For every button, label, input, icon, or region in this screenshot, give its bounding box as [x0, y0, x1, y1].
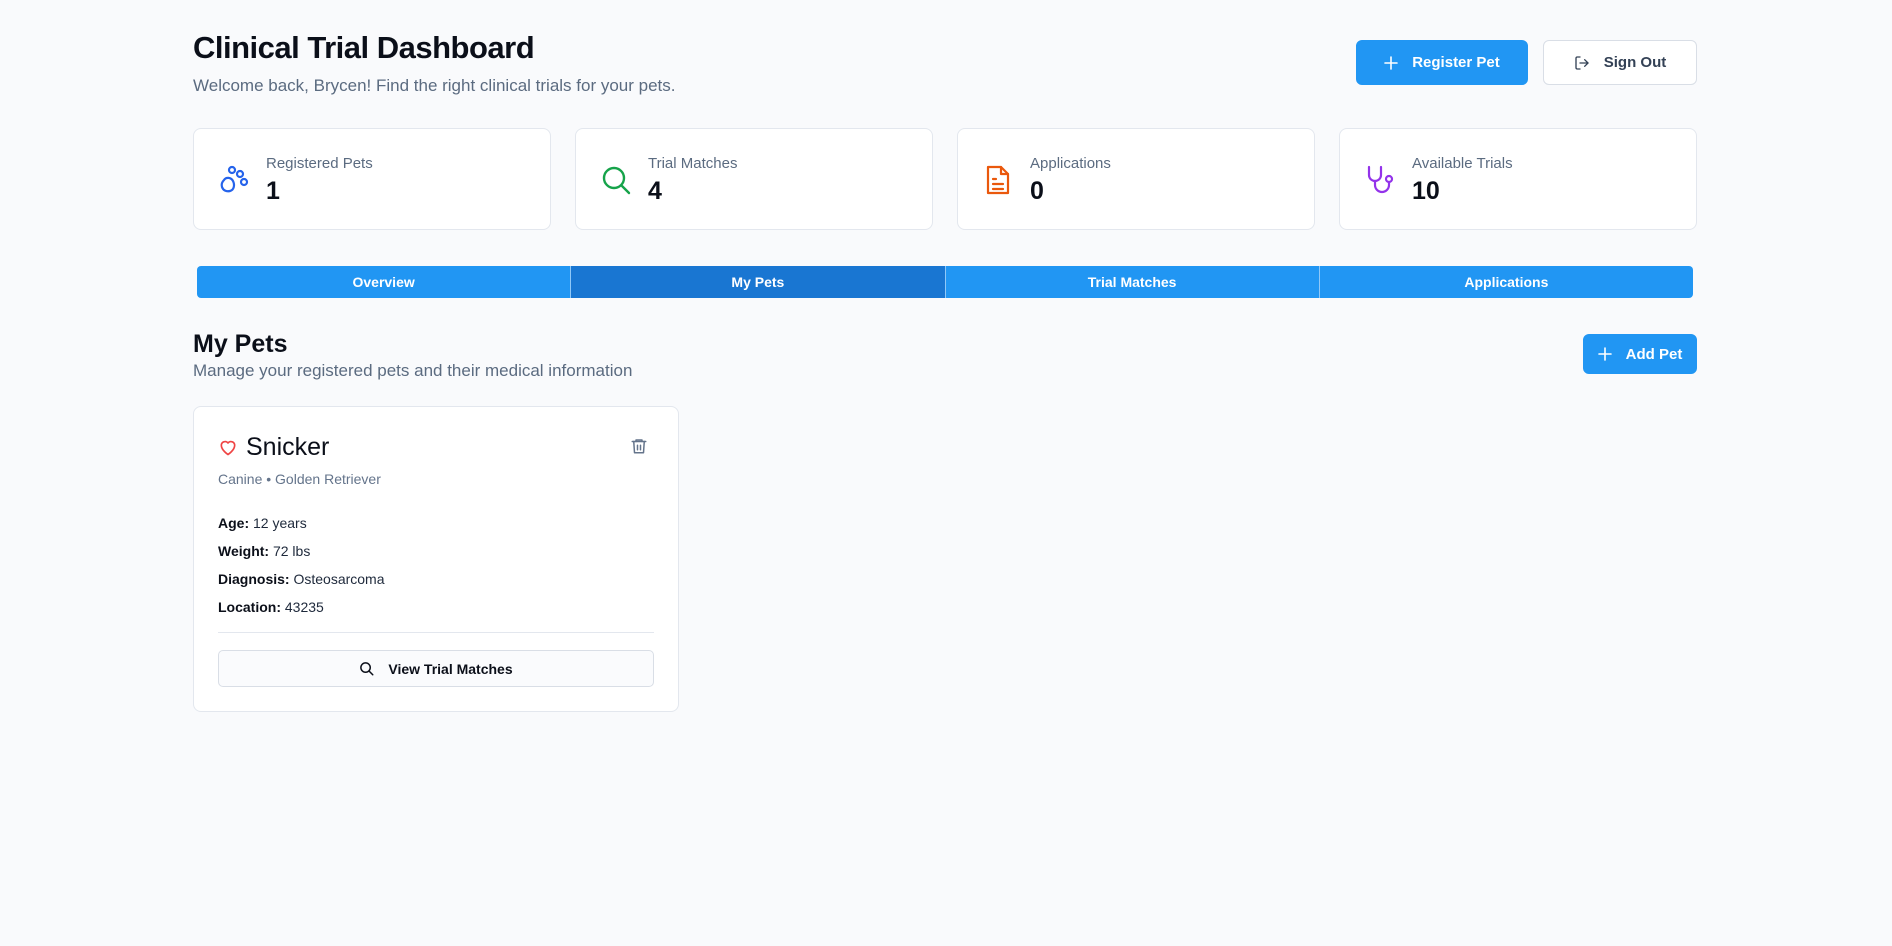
document-icon: [986, 165, 1010, 195]
search-icon: [360, 662, 374, 676]
stat-label: Available Trials: [1412, 155, 1513, 172]
stat-value: 4: [648, 177, 662, 205]
stat-value: 1: [266, 177, 280, 205]
pet-species-breed: Canine • Golden Retriever: [218, 471, 381, 487]
stat-card-applications: Applications 0: [957, 128, 1315, 230]
add-pet-button[interactable]: Add Pet: [1583, 334, 1697, 374]
stat-card-registered-pets: Registered Pets 1: [193, 128, 551, 230]
pet-age-value: 12 years: [253, 515, 307, 531]
pet-weight-value: 72 lbs: [272, 543, 311, 559]
stethoscope-icon: [1367, 165, 1394, 194]
stat-label: Registered Pets: [266, 155, 373, 172]
register-pet-button[interactable]: Register Pet: [1356, 40, 1528, 85]
pet-age-label: Age:: [218, 515, 250, 531]
tab-bar: Overview My Pets Trial Matches Applicati…: [197, 266, 1693, 298]
plus-icon: [1597, 347, 1612, 361]
paw-icon: [220, 165, 249, 193]
pet-location-label: Location:: [218, 599, 281, 615]
tab-applications[interactable]: Applications: [1319, 266, 1693, 298]
divider: [218, 632, 654, 633]
stat-card-available-trials: Available Trials 10: [1339, 128, 1697, 230]
welcome-text: Welcome back, Brycen! Find the right cli…: [193, 76, 676, 95]
stat-value: 0: [1030, 177, 1044, 205]
stat-label: Applications: [1030, 155, 1111, 172]
tab-trial-matches[interactable]: Trial Matches: [945, 266, 1320, 298]
heart-icon: [220, 440, 236, 456]
section-subtitle: Manage your registered pets and their me…: [193, 361, 633, 380]
view-trial-matches-button[interactable]: View Trial Matches: [218, 650, 654, 687]
search-icon: [602, 166, 631, 195]
tab-overview[interactable]: Overview: [197, 266, 572, 298]
register-pet-label: Register Pet: [1412, 54, 1500, 71]
sign-out-label: Sign Out: [1603, 54, 1667, 71]
pet-location: Location: 43235: [218, 599, 324, 615]
pet-age: Age: 12 years: [218, 515, 307, 531]
header: Clinical Trial Dashboard Welcome back, B…: [193, 30, 1697, 100]
stat-card-trial-matches: Trial Matches 4: [575, 128, 933, 230]
view-trial-matches-label: View Trial Matches: [388, 660, 513, 677]
pet-weight: Weight: 72 lbs: [218, 543, 310, 559]
logout-icon: [1575, 55, 1589, 70]
pet-diagnosis-label: Diagnosis:: [218, 571, 290, 587]
pet-diagnosis-value: Osteosarcoma: [293, 571, 385, 587]
stat-value: 10: [1412, 177, 1440, 205]
tab-my-pets[interactable]: My Pets: [571, 266, 946, 298]
pet-diagnosis: Diagnosis: Osteosarcoma: [218, 571, 385, 587]
pet-card: Snicker Canine • Golden Retriever Age: 1…: [193, 406, 679, 712]
add-pet-label: Add Pet: [1625, 345, 1683, 363]
pet-weight-label: Weight:: [218, 543, 270, 559]
stats-row: Registered Pets 1 Trial Matches 4 Applic…: [193, 128, 1697, 230]
plus-icon: [1384, 55, 1399, 70]
section-title: My Pets: [193, 330, 288, 358]
page-title: Clinical Trial Dashboard: [193, 30, 535, 65]
sign-out-button[interactable]: Sign Out: [1543, 40, 1697, 85]
pet-name: Snicker: [246, 433, 330, 461]
pet-location-value: 43235: [284, 599, 324, 615]
stat-label: Trial Matches: [648, 155, 738, 172]
trash-icon[interactable]: [630, 437, 648, 455]
